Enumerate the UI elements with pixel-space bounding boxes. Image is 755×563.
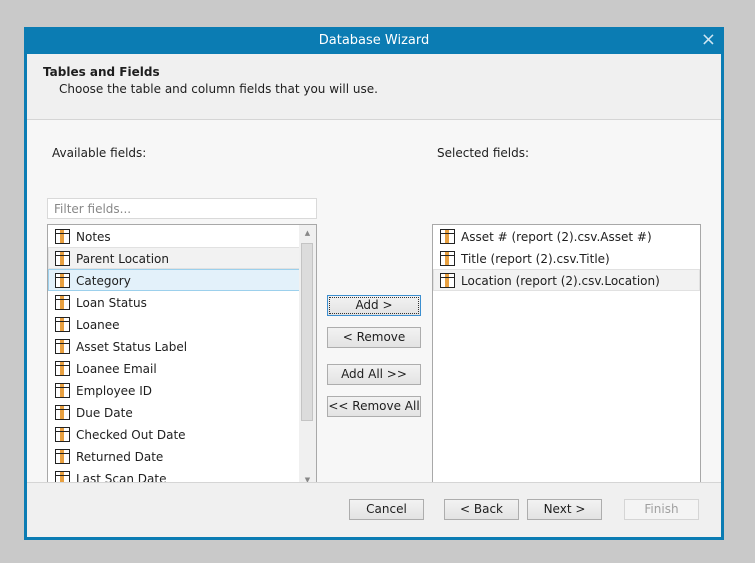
table-field-icon: [55, 273, 70, 288]
back-button[interactable]: < Back: [444, 499, 519, 520]
remove-button[interactable]: < Remove: [327, 327, 421, 348]
add-button[interactable]: Add >: [327, 295, 421, 316]
list-item[interactable]: Location (report (2).csv.Location): [433, 269, 700, 291]
available-fields-list[interactable]: Notes Parent Location Category Loan Status L…: [47, 224, 317, 489]
table-field-icon: [55, 405, 70, 420]
wizard-footer: Cancel < Back Next > Finish: [27, 482, 721, 537]
available-fields-label: Available fields:: [52, 146, 147, 160]
list-item-label: Asset # (report (2).csv.Asset #): [461, 230, 652, 244]
list-item[interactable]: Employee ID: [48, 379, 316, 401]
table-field-icon: [55, 251, 70, 266]
close-icon[interactable]: ×: [701, 29, 716, 51]
list-item-label: Notes: [76, 230, 111, 244]
list-item-label: Checked Out Date: [76, 428, 186, 442]
table-field-icon: [440, 273, 455, 288]
finish-button[interactable]: Finish: [624, 499, 699, 520]
list-item-label: Loanee Email: [76, 362, 157, 376]
filter-fields-input[interactable]: [47, 198, 317, 219]
table-field-icon: [55, 361, 70, 376]
cancel-button[interactable]: Cancel: [349, 499, 424, 520]
list-item[interactable]: Checked Out Date: [48, 423, 316, 445]
list-item-label: Loan Status: [76, 296, 147, 310]
list-item-label: Returned Date: [76, 450, 164, 464]
list-item[interactable]: Due Date: [48, 401, 316, 423]
add-all-button[interactable]: Add All >>: [327, 364, 421, 385]
table-field-icon: [440, 251, 455, 266]
table-field-icon: [55, 427, 70, 442]
remove-all-button[interactable]: << Remove All: [327, 396, 421, 417]
wizard-header: Tables and Fields Choose the table and c…: [27, 54, 721, 120]
list-item[interactable]: Loan Status: [48, 291, 316, 313]
next-button[interactable]: Next >: [527, 499, 602, 520]
list-item-label: Due Date: [76, 406, 133, 420]
list-item[interactable]: Loanee: [48, 313, 316, 335]
list-item-label: Location (report (2).csv.Location): [461, 274, 660, 288]
selected-fields-list[interactable]: Asset # (report (2).csv.Asset #) Title (r…: [432, 224, 701, 489]
list-item-label: Employee ID: [76, 384, 153, 398]
scroll-thumb[interactable]: [301, 243, 313, 421]
list-item[interactable]: Loanee Email: [48, 357, 316, 379]
list-item-label: Loanee: [76, 318, 120, 332]
table-field-icon: [55, 449, 70, 464]
wizard-client: Tables and Fields Choose the table and c…: [27, 54, 721, 537]
list-item[interactable]: Title (report (2).csv.Title): [433, 247, 700, 269]
list-item[interactable]: Asset Status Label: [48, 335, 316, 357]
table-field-icon: [55, 229, 70, 244]
page-subtitle: Choose the table and column fields that …: [59, 82, 378, 96]
table-field-icon: [55, 339, 70, 354]
table-field-icon: [55, 383, 70, 398]
list-item-label: Title (report (2).csv.Title): [461, 252, 610, 266]
table-field-icon: [440, 229, 455, 244]
database-wizard-window: Database Wizard × Tables and Fields Choo…: [24, 27, 724, 540]
scroll-up-icon[interactable]: ▲: [299, 229, 316, 237]
scrollbar[interactable]: ▲ ▼: [299, 225, 316, 488]
list-item-label: Asset Status Label: [76, 340, 188, 354]
list-item[interactable]: Asset # (report (2).csv.Asset #): [433, 225, 700, 247]
page-title: Tables and Fields: [43, 65, 160, 79]
selected-fields-label: Selected fields:: [437, 146, 530, 160]
list-item[interactable]: Notes: [48, 225, 316, 247]
table-field-icon: [55, 317, 70, 332]
table-field-icon: [55, 295, 70, 310]
list-item[interactable]: Category: [48, 269, 316, 291]
list-item-label: Category: [76, 274, 131, 288]
list-item[interactable]: Returned Date: [48, 445, 316, 467]
window-title: Database Wizard: [318, 33, 430, 48]
list-item[interactable]: Parent Location: [48, 247, 316, 269]
list-item-label: Parent Location: [76, 252, 169, 266]
